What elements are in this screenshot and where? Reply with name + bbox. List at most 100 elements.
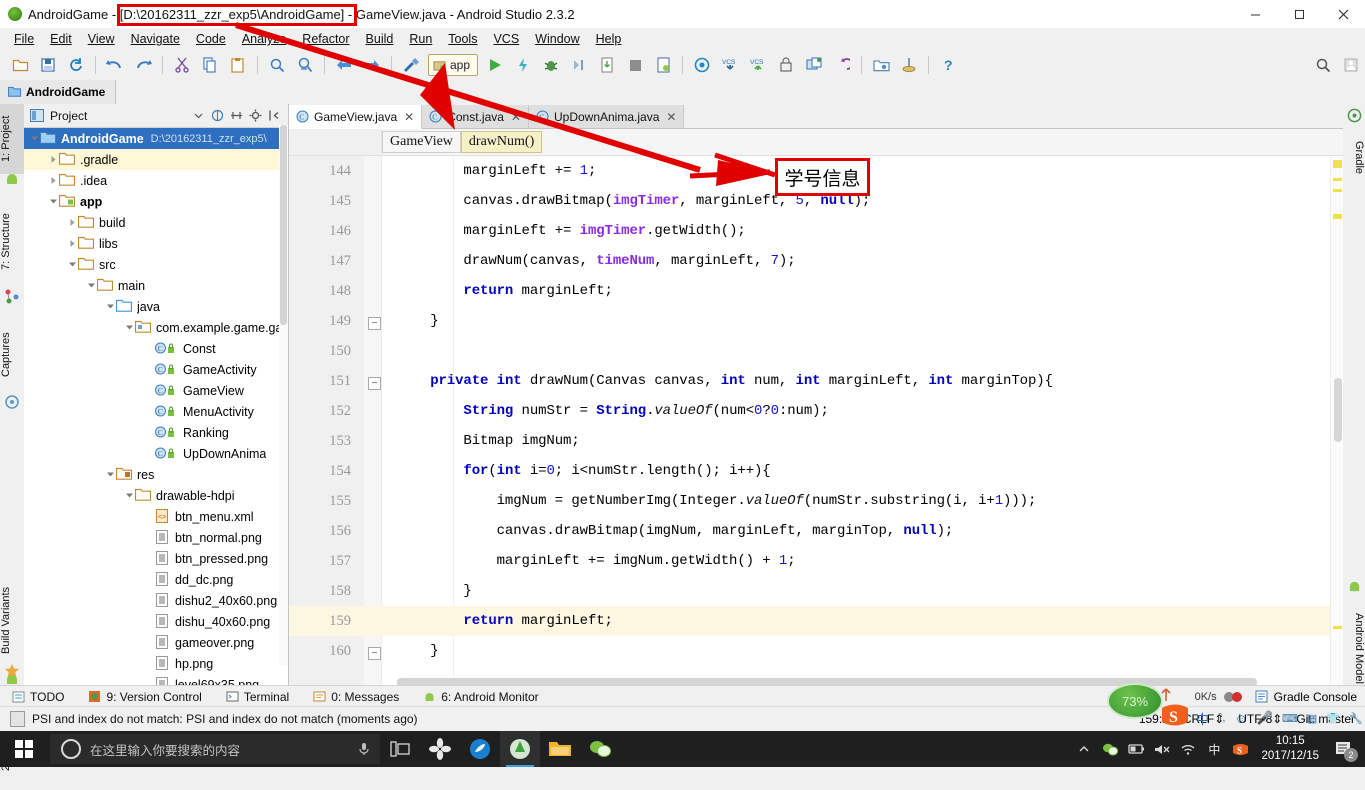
menu-edit[interactable]: Edit: [42, 30, 80, 48]
project-tree-item-app[interactable]: app: [24, 191, 288, 212]
menu-run[interactable]: Run: [401, 30, 440, 48]
ime-voice-icon[interactable]: 🎤: [1257, 710, 1273, 726]
copy-icon[interactable]: [198, 53, 222, 77]
build-hammer-icon[interactable]: [399, 53, 423, 77]
menu-help[interactable]: Help: [588, 30, 630, 48]
code-line[interactable]: 152 String numStr = String.valueOf(num<0…: [289, 396, 1343, 426]
app-pinwheel-icon[interactable]: [420, 731, 460, 767]
marker-warning[interactable]: [1333, 214, 1342, 219]
project-tree-item-dishu-40x60-png[interactable]: dishu_40x60.png: [24, 611, 288, 632]
code-line[interactable]: 147 drawNum(canvas, timeNum, marginLeft,…: [289, 246, 1343, 276]
chevron-down-icon[interactable]: [28, 128, 40, 149]
code-editor[interactable]: 144 marginLeft += 1;145 canvas.drawBitma…: [289, 156, 1343, 685]
code-line[interactable]: 159 return marginLeft;: [289, 606, 1343, 636]
fold-marker-151[interactable]: −: [368, 377, 381, 390]
ime-keyboard-icon[interactable]: ⌨: [1282, 712, 1298, 725]
project-tree-item-updownanima[interactable]: CUpDownAnima: [24, 443, 288, 464]
menu-tools[interactable]: Tools: [440, 30, 485, 48]
favorites-star-icon[interactable]: [4, 663, 20, 679]
chevron-down-icon[interactable]: [85, 275, 97, 296]
menu-build[interactable]: Build: [358, 30, 402, 48]
expand-all-icon[interactable]: [227, 107, 245, 125]
ime-chinese-icon[interactable]: 中: [1201, 731, 1227, 767]
project-tree-item-com-example-game-ga[interactable]: com.example.game.ga: [24, 317, 288, 338]
code-line[interactable]: 158 }: [289, 576, 1343, 606]
notification-center-icon[interactable]: 2: [1327, 731, 1361, 767]
sidebar-item-gradle[interactable]: Gradle: [1343, 128, 1365, 188]
revert-icon[interactable]: [830, 53, 854, 77]
show-hidden-icons-icon[interactable]: [1071, 731, 1097, 767]
back-icon[interactable]: [332, 53, 356, 77]
tab-close-icon[interactable]: ✕: [511, 110, 521, 124]
search-everywhere-icon[interactable]: [1311, 53, 1335, 77]
task-view-icon[interactable]: [380, 731, 420, 767]
project-tree[interactable]: AndroidGameD:\20162311_zzr_exp5\.gradle.…: [24, 128, 288, 685]
run-icon[interactable]: [483, 53, 507, 77]
tab-close-icon[interactable]: ✕: [404, 110, 414, 124]
structure-icon[interactable]: [4, 288, 20, 304]
sogou-ime-icon[interactable]: S: [1227, 731, 1253, 767]
code-line[interactable]: 148 return marginLeft;: [289, 276, 1343, 306]
fold-marker-160[interactable]: −: [368, 647, 381, 660]
network-monitor-icon[interactable]: [1223, 690, 1243, 703]
project-tree-scrollbar-thumb[interactable]: [280, 125, 287, 325]
android-robot-icon[interactable]: [4, 170, 20, 186]
chevron-down-icon[interactable]: [104, 296, 116, 317]
ime-skin-icon[interactable]: 👕: [1326, 712, 1340, 725]
code-line[interactable]: 153 Bitmap imgNum;: [289, 426, 1343, 456]
ime-handwriting-icon[interactable]: ▤: [1307, 712, 1317, 725]
breadcrumb-project[interactable]: AndroidGame: [0, 80, 116, 104]
redo-icon[interactable]: [131, 53, 155, 77]
gradle-sync-icon[interactable]: [869, 53, 893, 77]
volume-mute-icon[interactable]: [1149, 731, 1175, 767]
tool-window-android-monitor[interactable]: 6: Android Monitor: [411, 690, 550, 704]
editor-marker-bar[interactable]: [1330, 156, 1343, 685]
chevron-right-icon[interactable]: [47, 149, 59, 170]
cut-icon[interactable]: [170, 53, 194, 77]
layout-inspector-icon[interactable]: [774, 53, 798, 77]
project-tree-item-java[interactable]: java: [24, 296, 288, 317]
memory-indicator[interactable]: 73%: [1107, 683, 1163, 719]
project-tree-item-btn-menu-xml[interactable]: <>btn_menu.xml: [24, 506, 288, 527]
menu-file[interactable]: File: [6, 30, 42, 48]
code-line[interactable]: 150: [289, 336, 1343, 366]
chevron-down-icon[interactable]: [123, 317, 135, 338]
project-structure-icon[interactable]: [802, 53, 826, 77]
help-icon[interactable]: ?: [936, 53, 960, 77]
code-line[interactable]: 154 for(int i=0; i<numStr.length(); i++)…: [289, 456, 1343, 486]
menu-refactor[interactable]: Refactor: [294, 30, 357, 48]
project-tree-item-dd-dc-png[interactable]: dd_dc.png: [24, 569, 288, 590]
code-line[interactable]: 157 marginLeft += imgNum.getWidth() + 1;: [289, 546, 1343, 576]
menu-code[interactable]: Code: [188, 30, 234, 48]
profiler-icon[interactable]: [897, 53, 921, 77]
ime-punctuation-icon[interactable]: °,: [1218, 712, 1225, 724]
project-tree-item-btn-pressed-png[interactable]: btn_pressed.png: [24, 548, 288, 569]
sogou-browser-icon[interactable]: [460, 731, 500, 767]
wechat-icon[interactable]: [580, 731, 620, 767]
tool-window-terminal[interactable]: Terminal: [214, 690, 301, 704]
project-tree-item--idea[interactable]: .idea: [24, 170, 288, 191]
project-tree-item-res[interactable]: res: [24, 464, 288, 485]
marker-warning[interactable]: [1333, 626, 1342, 629]
project-tree-item-build[interactable]: build: [24, 212, 288, 233]
sync-icon[interactable]: [64, 53, 88, 77]
tool-window-todo[interactable]: TODO: [0, 690, 76, 704]
project-tree-scrollbar-track[interactable]: [279, 125, 288, 665]
menu-navigate[interactable]: Navigate: [123, 30, 188, 48]
project-tree-item-main[interactable]: main: [24, 275, 288, 296]
sidebar-item-android-model[interactable]: Android Model: [1343, 598, 1365, 698]
stop-icon[interactable]: [623, 53, 647, 77]
project-tree-item--gradle[interactable]: .gradle: [24, 149, 288, 170]
android-robot-icon[interactable]: [1347, 578, 1362, 593]
tab-const-java[interactable]: C Const.java ✕: [422, 105, 529, 128]
forward-icon[interactable]: [360, 53, 384, 77]
sdk-manager-icon[interactable]: [690, 53, 714, 77]
project-tree-item-gameover-png[interactable]: gameover.png: [24, 632, 288, 653]
code-line[interactable]: 146 marginLeft += imgTimer.getWidth();: [289, 216, 1343, 246]
sidebar-item-structure[interactable]: 7: Structure: [0, 192, 24, 292]
breadcrumb-class[interactable]: GameView: [382, 131, 461, 153]
tab-updownanima-java[interactable]: C UpDownAnima.java ✕: [529, 105, 684, 128]
start-button-icon[interactable]: [0, 731, 48, 767]
code-line[interactable]: 160 }: [289, 636, 1343, 666]
project-tree-item-gameview[interactable]: CGameView: [24, 380, 288, 401]
